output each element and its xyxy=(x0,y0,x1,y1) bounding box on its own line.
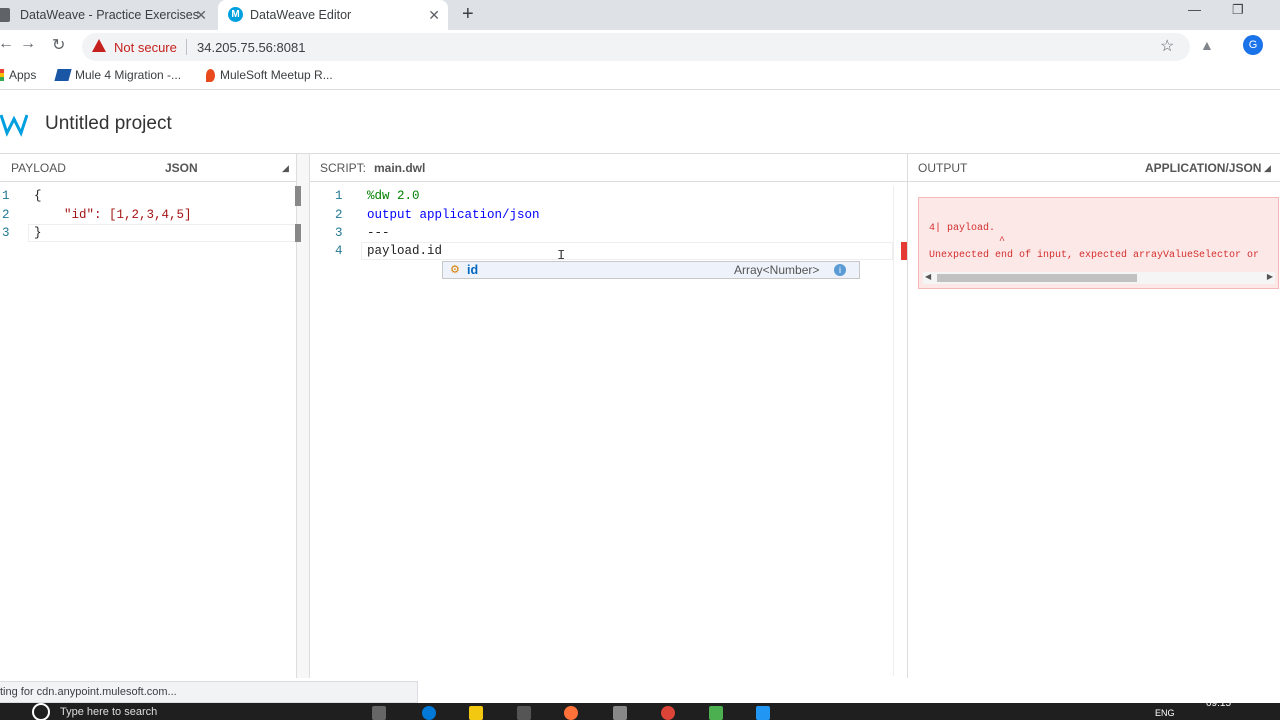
extension-icon[interactable]: ▲ xyxy=(1200,37,1214,53)
minimap-divider xyxy=(893,186,894,676)
payload-editor[interactable]: 1 2 3 { "id": [1,2,3,4,5] } xyxy=(0,182,301,678)
browser-tab-strip: DataWeave - Practice Exercises ✕ M DataW… xyxy=(0,0,1280,30)
bookmark-label: MuleSoft Meetup R... xyxy=(220,68,333,82)
dataweave-logo-icon xyxy=(0,114,28,137)
error-location: 4| payload. xyxy=(929,223,996,234)
splitter[interactable] xyxy=(907,154,908,678)
property-icon: ⚙ xyxy=(450,264,460,276)
horizontal-scrollbar[interactable]: ◀ ▶ xyxy=(923,272,1275,284)
restore-icon[interactable]: ❐ xyxy=(1232,2,1244,18)
browser-toolbar: ← → ↻ Not secure 34.205.75.56:8081 ☆ ▲ xyxy=(0,30,1280,62)
bookmark-icon xyxy=(54,69,72,81)
firefox-icon[interactable] xyxy=(564,706,578,720)
app-icon[interactable] xyxy=(709,706,723,720)
security-label[interactable]: Not secure xyxy=(114,40,177,55)
browser-status-bar: ting for cdn.anypoint.mulesoft.com... xyxy=(0,681,418,703)
page-icon xyxy=(0,8,10,22)
script-pane-header: SCRIPT: main.dwl xyxy=(310,154,908,182)
code-line: output application/json xyxy=(367,208,540,222)
warning-icon xyxy=(92,39,106,52)
language-indicator[interactable]: ENG xyxy=(1155,708,1175,718)
autocomplete-item[interactable]: ⚙ id Array<Number> i xyxy=(442,261,860,279)
scroll-left-icon[interactable]: ◀ xyxy=(925,272,931,282)
line-number: 1 xyxy=(2,189,10,203)
line-number: 3 xyxy=(335,226,343,240)
output-format-select[interactable]: APPLICATION/JSON xyxy=(1145,161,1261,175)
scrollbar-thumb[interactable] xyxy=(295,186,301,206)
script-editor[interactable]: 1 2 3 4 %dw 2.0 output application/json … xyxy=(311,182,907,678)
output-label: OUTPUT xyxy=(918,161,968,175)
edge-icon[interactable] xyxy=(422,706,436,720)
current-line-highlight xyxy=(361,242,893,260)
scroll-right-icon[interactable]: ▶ xyxy=(1267,272,1273,282)
bookmark-star-icon[interactable]: ☆ xyxy=(1160,36,1174,56)
bookmark-mule-migration[interactable]: Mule 4 Migration -... xyxy=(54,68,182,82)
profile-avatar[interactable]: G xyxy=(1243,35,1263,55)
taskbar-search[interactable]: Type here to search xyxy=(60,706,157,718)
bookmark-label: Apps xyxy=(9,68,37,82)
tab-dataweave-editor[interactable]: M DataWeave Editor ✕ xyxy=(218,0,448,30)
close-icon[interactable]: ✕ xyxy=(428,7,440,24)
suggestion-type: Array<Number> xyxy=(734,263,820,277)
line-number: 2 xyxy=(335,208,343,222)
scrollbar-thumb[interactable] xyxy=(295,224,301,242)
tab-practice-exercises[interactable]: DataWeave - Practice Exercises ✕ xyxy=(0,0,215,30)
code-line: --- xyxy=(367,226,390,240)
mulesoft-icon: M xyxy=(228,7,243,22)
back-icon[interactable]: ← xyxy=(0,35,14,53)
code-line: { xyxy=(34,189,42,203)
tab-title: DataWeave - Practice Exercises xyxy=(20,8,199,22)
address-bar[interactable]: Not secure 34.205.75.56:8081 ☆ ▲ xyxy=(82,33,1214,61)
new-tab-button[interactable]: + xyxy=(462,3,474,26)
line-number: 4 xyxy=(335,244,343,258)
error-marker xyxy=(901,242,907,260)
error-caret: ^ xyxy=(999,236,1006,247)
suggestion-name: id xyxy=(467,263,479,277)
payload-format-select[interactable]: JSON xyxy=(165,161,198,175)
line-number: 2 xyxy=(2,208,10,222)
task-view-icon[interactable] xyxy=(372,706,386,720)
app-header: Untitled project xyxy=(0,94,1280,154)
output-pane-header: OUTPUT APPLICATION/JSON ◢ xyxy=(908,154,1280,182)
scrollbar-thumb[interactable] xyxy=(937,274,1137,282)
windows-taskbar: Type here to search ENG 09:15 xyxy=(0,698,1280,721)
dropdown-icon[interactable]: ◢ xyxy=(282,163,289,174)
app-icon[interactable] xyxy=(613,706,627,720)
tab-title: DataWeave Editor xyxy=(250,8,352,22)
forward-icon[interactable]: → xyxy=(20,35,36,53)
close-icon[interactable]: ✕ xyxy=(195,7,207,24)
store-icon[interactable] xyxy=(517,706,531,720)
apps-icon xyxy=(0,69,4,81)
script-label: SCRIPT: xyxy=(320,161,367,175)
payload-pane-header: PAYLOAD JSON ◢ xyxy=(0,154,296,182)
bookmarks-bar: Apps Mule 4 Migration -... MuleSoft Meet… xyxy=(0,62,1280,90)
minimize-icon[interactable]: — xyxy=(1188,2,1201,17)
bookmark-icon xyxy=(206,68,215,82)
clock[interactable]: 09:15 xyxy=(1206,698,1231,709)
output-error: 4| payload. ^ Unexpected end of input, e… xyxy=(918,197,1279,289)
code-line: "id": [1,2,3,4,5] xyxy=(64,208,192,222)
status-text: ting for cdn.anypoint.mulesoft.com... xyxy=(0,686,177,698)
payload-label: PAYLOAD xyxy=(11,161,66,175)
current-line-highlight xyxy=(28,224,296,242)
code-line: %dw 2.0 xyxy=(367,189,420,203)
line-number: 1 xyxy=(335,189,343,203)
divider xyxy=(186,39,187,55)
bookmark-meetup[interactable]: MuleSoft Meetup R... xyxy=(206,68,333,82)
chrome-icon[interactable] xyxy=(661,706,675,720)
search-icon[interactable] xyxy=(32,703,50,721)
dropdown-icon[interactable]: ◢ xyxy=(1264,163,1271,174)
project-title[interactable]: Untitled project xyxy=(45,113,172,135)
info-icon[interactable]: i xyxy=(834,264,846,276)
bookmark-label: Mule 4 Migration -... xyxy=(75,68,182,82)
explorer-icon[interactable] xyxy=(469,706,483,720)
bookmark-apps[interactable]: Apps xyxy=(0,68,36,82)
url-text[interactable]: 34.205.75.56:8081 xyxy=(197,40,305,55)
app-icon[interactable] xyxy=(756,706,770,720)
script-filename[interactable]: main.dwl xyxy=(374,161,425,175)
line-number: 3 xyxy=(2,226,10,240)
reload-icon[interactable]: ↻ xyxy=(52,35,65,55)
error-message: Unexpected end of input, expected arrayV… xyxy=(929,250,1260,261)
